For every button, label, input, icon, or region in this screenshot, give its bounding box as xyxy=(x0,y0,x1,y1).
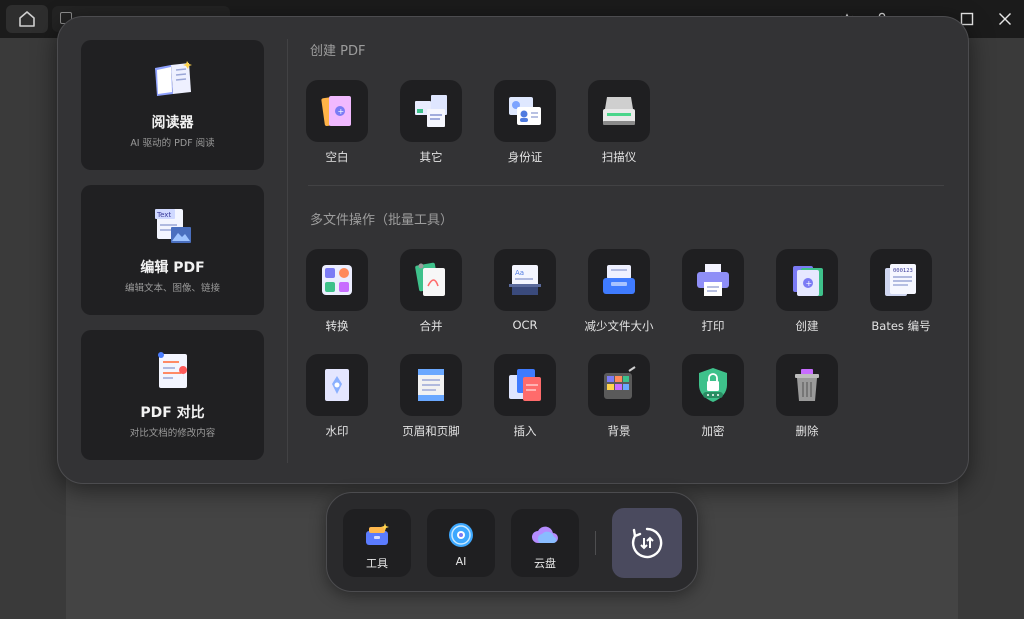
edit-pdf-title: 编辑 PDF xyxy=(140,260,205,276)
encrypt-icon xyxy=(699,368,727,402)
scanner-icon xyxy=(603,97,635,125)
blank-pdf-icon: + xyxy=(321,96,351,126)
svg-text:+: + xyxy=(806,279,813,288)
home-icon xyxy=(19,11,35,27)
switch-arrows-icon xyxy=(631,527,663,559)
tool-encrypt[interactable]: 加密 xyxy=(666,354,760,440)
vertical-divider xyxy=(287,39,288,463)
background-icon xyxy=(604,366,636,399)
svg-text:Text: Text xyxy=(156,211,171,219)
dock-tools-button[interactable]: 工具 xyxy=(343,509,411,577)
other-files-icon xyxy=(415,95,447,127)
reader-subtitle: AI 驱动的 PDF 阅读 xyxy=(130,138,215,149)
dock-tools-label: 工具 xyxy=(366,557,388,570)
close-button[interactable] xyxy=(994,8,1016,30)
tool-convert[interactable]: 转换 xyxy=(290,249,384,335)
reader-title: 阅读器 xyxy=(151,115,194,131)
close-icon xyxy=(999,13,1011,25)
ai-orb-icon xyxy=(449,523,473,547)
reader-card[interactable]: 阅读器 AI 驱动的 PDF 阅读 xyxy=(81,40,264,170)
dock-divider xyxy=(595,531,596,555)
tool-header-footer[interactable]: 页眉和页脚 xyxy=(384,354,478,440)
tool-id-card[interactable]: 身份证 xyxy=(478,80,572,166)
tool-watermark[interactable]: 水印 xyxy=(290,354,384,440)
compare-icon xyxy=(158,352,188,388)
tool-blank[interactable]: + 空白 xyxy=(290,80,384,166)
id-card-icon xyxy=(509,97,541,125)
tool-scanner[interactable]: 扫描仪 xyxy=(572,80,666,166)
tool-other[interactable]: 其它 xyxy=(384,80,478,166)
convert-icon xyxy=(322,265,352,295)
tool-insert[interactable]: 插入 xyxy=(478,354,572,440)
dock-ai-label: AI xyxy=(455,555,467,568)
tools-panel: 阅读器 AI 驱动的 PDF 阅读 Text 编辑 PDF 编辑文本、图像、链接… xyxy=(57,16,969,484)
tool-background[interactable]: 背景 xyxy=(572,354,666,440)
home-button[interactable] xyxy=(6,5,48,33)
tool-merge[interactable]: 合并 xyxy=(384,249,478,335)
bates-icon: 000123 xyxy=(885,264,916,296)
dock-ai-button[interactable]: AI xyxy=(427,509,495,577)
toolbox-icon xyxy=(366,523,389,545)
watermark-icon xyxy=(325,369,349,401)
book-icon xyxy=(155,61,192,96)
bottom-dock: 工具 AI 云盘 xyxy=(326,492,698,592)
tool-print[interactable]: 打印 xyxy=(666,249,760,335)
pdf-compare-card[interactable]: PDF 对比 对比文档的修改内容 xyxy=(81,330,264,460)
dock-switch-button[interactable] xyxy=(612,508,682,578)
compress-icon xyxy=(603,265,635,294)
printer-icon xyxy=(697,264,729,296)
tool-ocr[interactable]: Aa OCR xyxy=(478,249,572,335)
delete-icon xyxy=(795,369,819,401)
create-icon: + xyxy=(793,266,823,296)
tool-label: Bates 编号 xyxy=(871,319,931,333)
insert-icon xyxy=(509,369,541,401)
tool-bates[interactable]: 000123 Bates 编号 xyxy=(854,249,948,335)
pdf-compare-title: PDF 对比 xyxy=(140,405,205,421)
create-pdf-section-title: 创建 PDF xyxy=(310,44,366,59)
tool-delete[interactable]: 删除 xyxy=(760,354,854,440)
tool-label: 删除 xyxy=(795,424,819,438)
tool-compress[interactable]: 减少文件大小 xyxy=(572,249,666,335)
dock-cloud-label: 云盘 xyxy=(534,557,556,570)
cloud-icon xyxy=(532,526,558,544)
svg-text:+: + xyxy=(338,107,345,116)
tool-label: 扫描仪 xyxy=(601,150,637,164)
edit-text-icon: Text xyxy=(155,209,191,243)
section-divider xyxy=(308,185,944,186)
merge-icon xyxy=(415,262,445,296)
pdf-compare-subtitle: 对比文档的修改内容 xyxy=(129,428,216,439)
dock-cloud-button[interactable]: 云盘 xyxy=(511,509,579,577)
batch-section-title: 多文件操作（批量工具） xyxy=(310,213,454,228)
edit-pdf-card[interactable]: Text 编辑 PDF 编辑文本、图像、链接 xyxy=(81,185,264,315)
ocr-icon: Aa xyxy=(509,265,541,295)
svg-text:000123: 000123 xyxy=(893,268,913,274)
tool-create[interactable]: + 创建 xyxy=(760,249,854,335)
svg-text:Aa: Aa xyxy=(515,269,524,277)
edit-pdf-subtitle: 编辑文本、图像、链接 xyxy=(124,283,220,294)
header-footer-icon xyxy=(418,369,444,401)
